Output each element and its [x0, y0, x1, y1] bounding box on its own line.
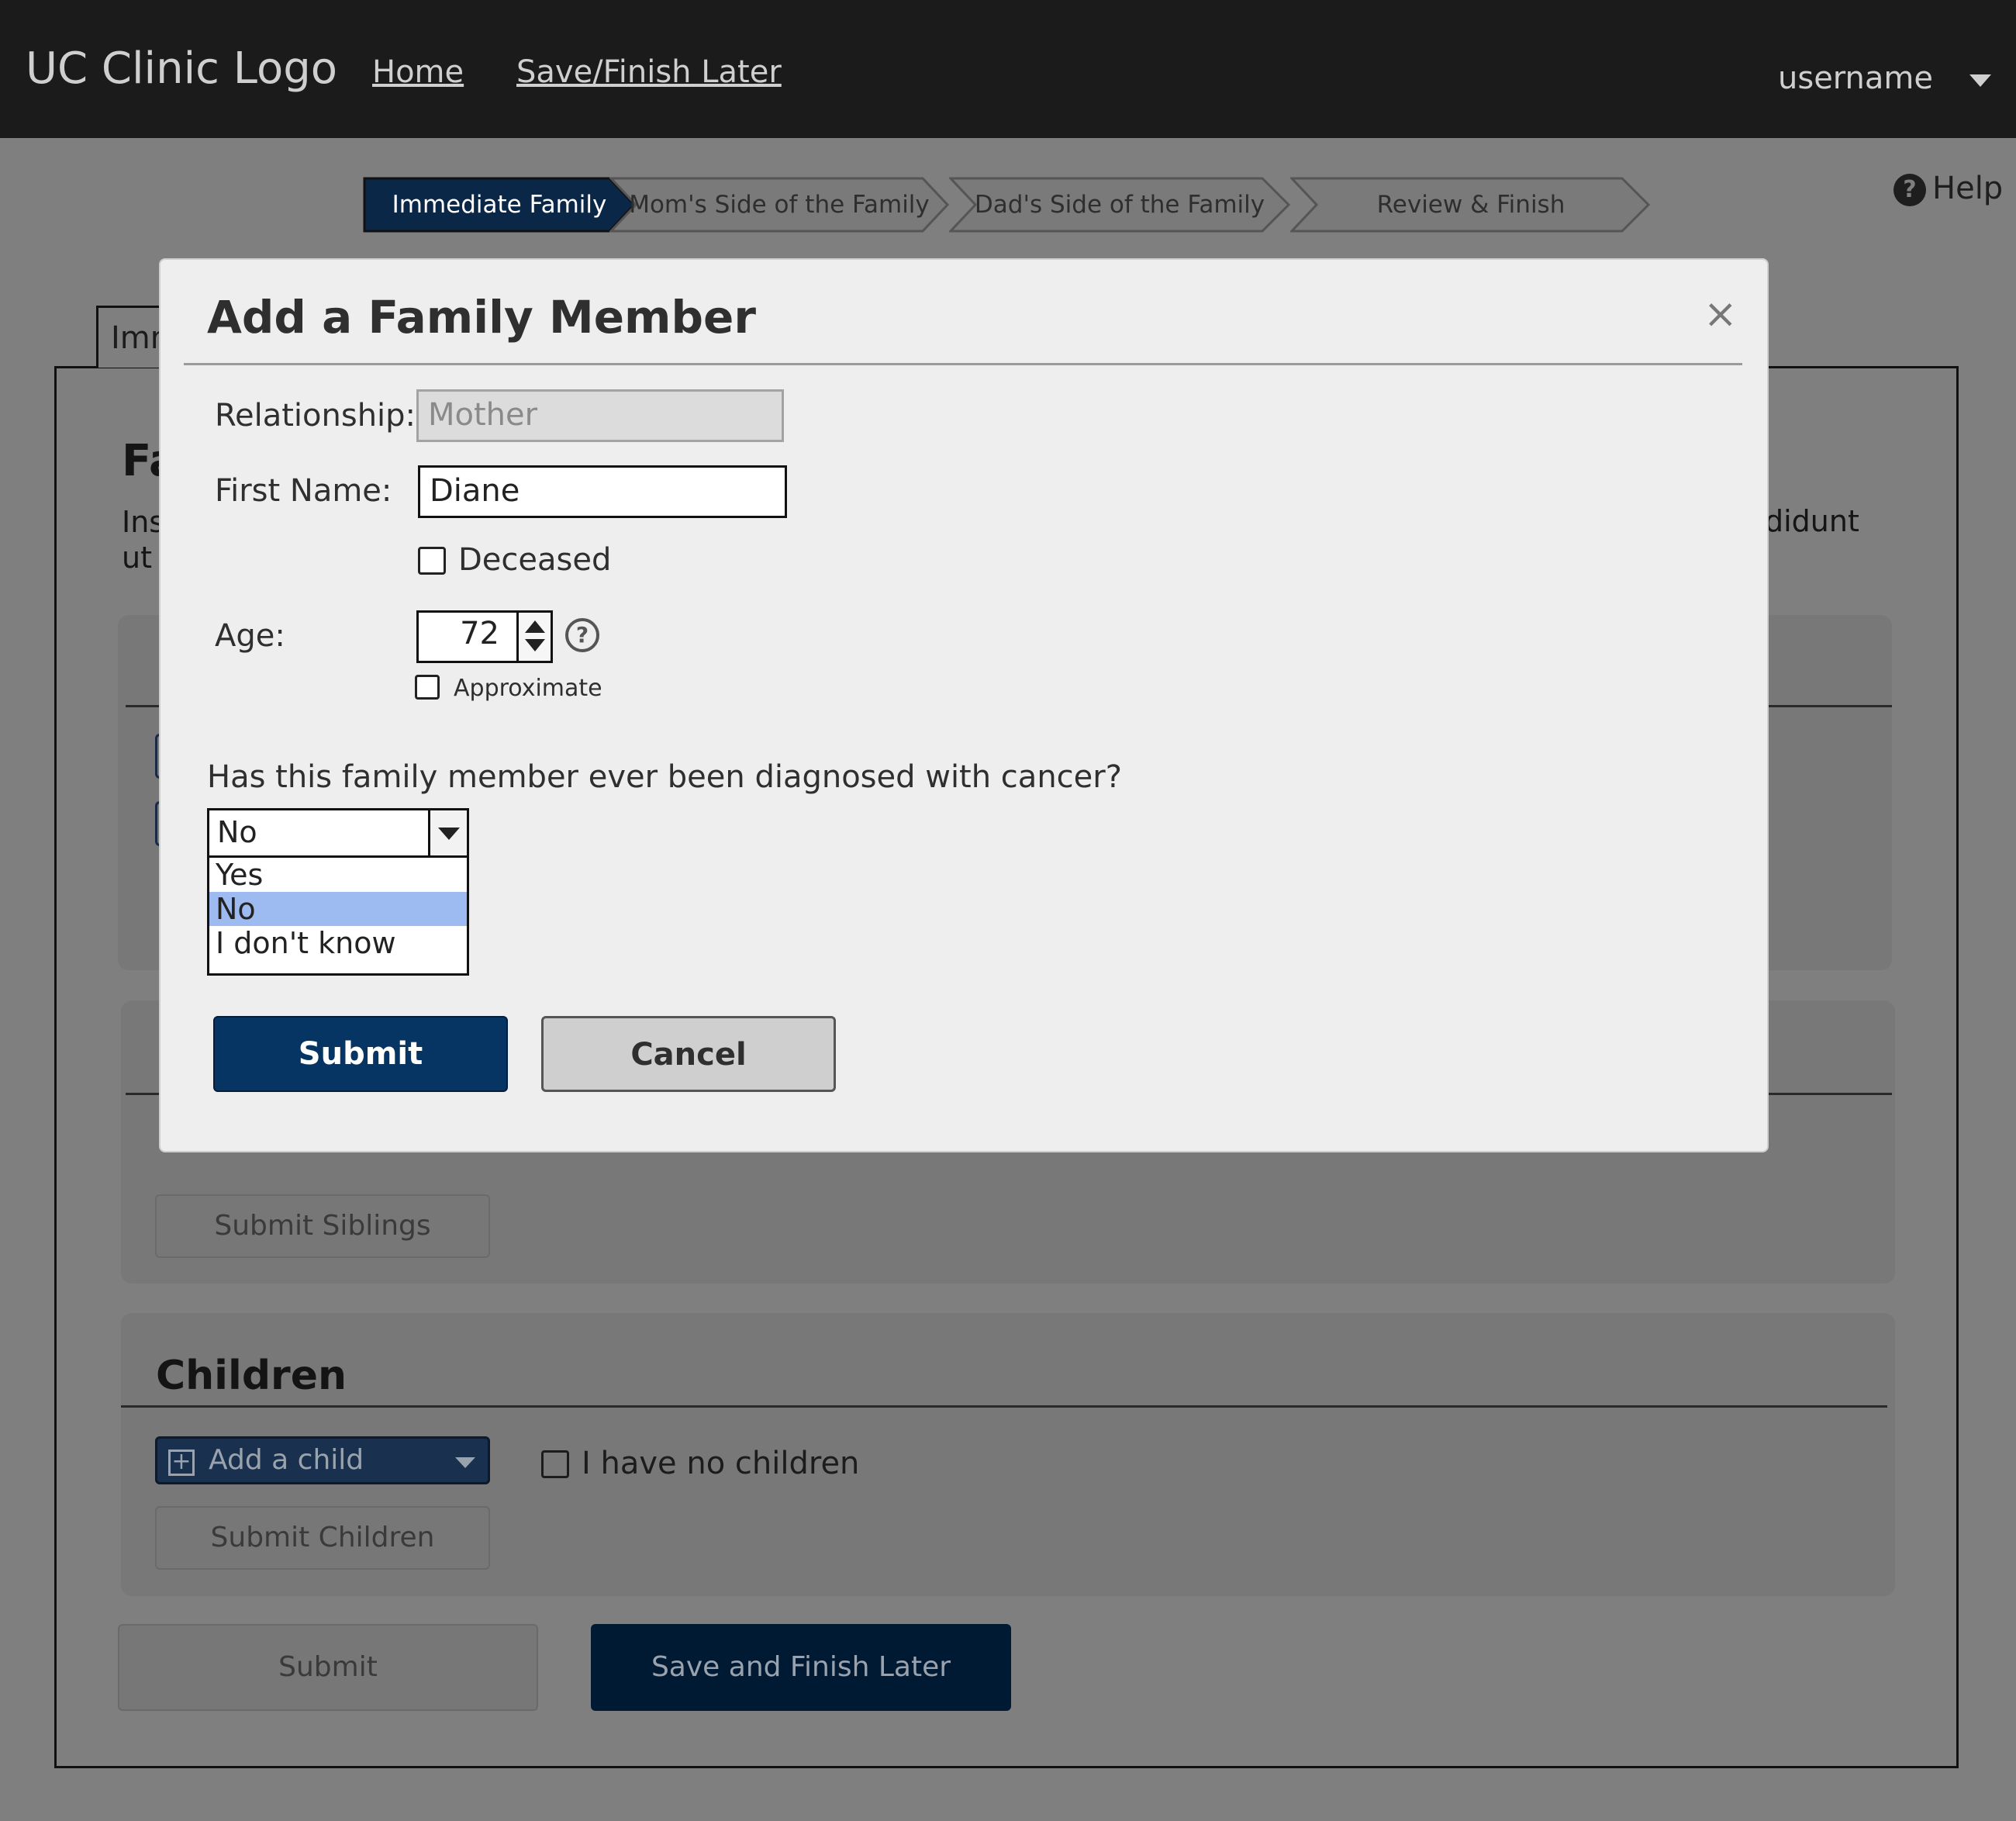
- dialog-cancel-button[interactable]: Cancel: [541, 1016, 836, 1092]
- option-no[interactable]: No: [209, 892, 467, 926]
- cancer-select-value: No: [217, 815, 257, 849]
- close-icon[interactable]: ×: [1704, 291, 1738, 337]
- age-spin-buttons[interactable]: [516, 613, 551, 661]
- cancer-question: Has this family member ever been diagnos…: [207, 759, 1122, 795]
- username-menu[interactable]: username: [1778, 60, 1933, 96]
- add-child-button[interactable]: + Add a child: [155, 1436, 490, 1484]
- no-children-checkbox[interactable]: [541, 1450, 569, 1478]
- submit-children-button[interactable]: Submit Children: [155, 1506, 490, 1570]
- deceased-checkbox[interactable]: [418, 547, 446, 575]
- step-label: Immediate Family: [392, 191, 607, 219]
- select-dropdown-button[interactable]: [428, 810, 467, 855]
- option-yes[interactable]: Yes: [209, 858, 467, 892]
- children-title: Children: [156, 1353, 347, 1399]
- top-nav-bar: UC Clinic Logo Home Save/Finish Later us…: [0, 0, 2016, 138]
- add-family-member-dialog: Add a Family Member × Relationship: Moth…: [159, 258, 1769, 1152]
- add-child-label: Add a child: [209, 1444, 364, 1476]
- cancer-options-list: Yes No I don't know: [207, 856, 469, 976]
- dialog-title: Add a Family Member: [207, 291, 756, 344]
- instructions-text: Ins ut: [122, 504, 164, 575]
- step-immediate-family[interactable]: Immediate Family: [363, 177, 636, 233]
- approximate-label: Approximate: [454, 675, 602, 702]
- step-wizard: Immediate Family Mom's Side of the Famil…: [363, 177, 1652, 233]
- cancer-select[interactable]: No: [207, 808, 469, 858]
- nav-home-link[interactable]: Home: [372, 54, 464, 90]
- option-dont-know[interactable]: I don't know: [209, 926, 467, 960]
- dialog-divider: [184, 363, 1742, 365]
- clinic-logo[interactable]: UC Clinic Logo: [26, 43, 337, 94]
- chevron-down-icon: [455, 1457, 475, 1468]
- question-icon[interactable]: ?: [565, 618, 599, 652]
- save-finish-later-button[interactable]: Save and Finish Later: [591, 1624, 1011, 1711]
- instructions-line: ut: [122, 541, 152, 575]
- step-dads-side[interactable]: Dad's Side of the Family: [949, 177, 1290, 233]
- step-label: Review & Finish: [1376, 191, 1566, 219]
- relationship-field: Mother: [416, 389, 784, 442]
- help-icon: ?: [1893, 174, 1926, 206]
- deceased-label: Deceased: [458, 542, 612, 578]
- first-name-label: First Name:: [215, 473, 392, 509]
- age-stepper[interactable]: 72: [416, 610, 553, 663]
- spin-up-icon[interactable]: [525, 620, 545, 633]
- relationship-label: Relationship:: [215, 398, 416, 434]
- age-value: 72: [460, 616, 499, 651]
- step-review-finish[interactable]: Review & Finish: [1290, 177, 1652, 233]
- submit-siblings-button[interactable]: Submit Siblings: [155, 1194, 490, 1258]
- plus-icon: +: [168, 1450, 195, 1476]
- approximate-checkbox[interactable]: [415, 675, 440, 700]
- age-label: Age:: [215, 618, 285, 654]
- step-moms-side[interactable]: Mom's Side of the Family: [609, 177, 949, 233]
- submit-button[interactable]: Submit: [118, 1624, 538, 1711]
- instructions-line: Ins: [122, 505, 165, 539]
- no-children-label: I have no children: [582, 1446, 860, 1481]
- chevron-down-icon: [438, 828, 460, 840]
- chevron-down-icon[interactable]: [1969, 74, 1991, 87]
- nav-save-finish-later-link[interactable]: Save/Finish Later: [516, 54, 782, 90]
- dialog-submit-button[interactable]: Submit: [213, 1016, 508, 1092]
- first-name-field[interactable]: Diane: [418, 465, 787, 518]
- help-label: Help: [1932, 171, 2004, 206]
- step-label: Dad's Side of the Family: [974, 191, 1265, 219]
- spin-down-icon[interactable]: [525, 639, 545, 651]
- instructions-text-tail: didunt: [1765, 504, 1859, 538]
- help-link[interactable]: ? Help: [1893, 171, 2003, 206]
- step-label: Mom's Side of the Family: [629, 191, 930, 219]
- panel-divider: [121, 1405, 1887, 1408]
